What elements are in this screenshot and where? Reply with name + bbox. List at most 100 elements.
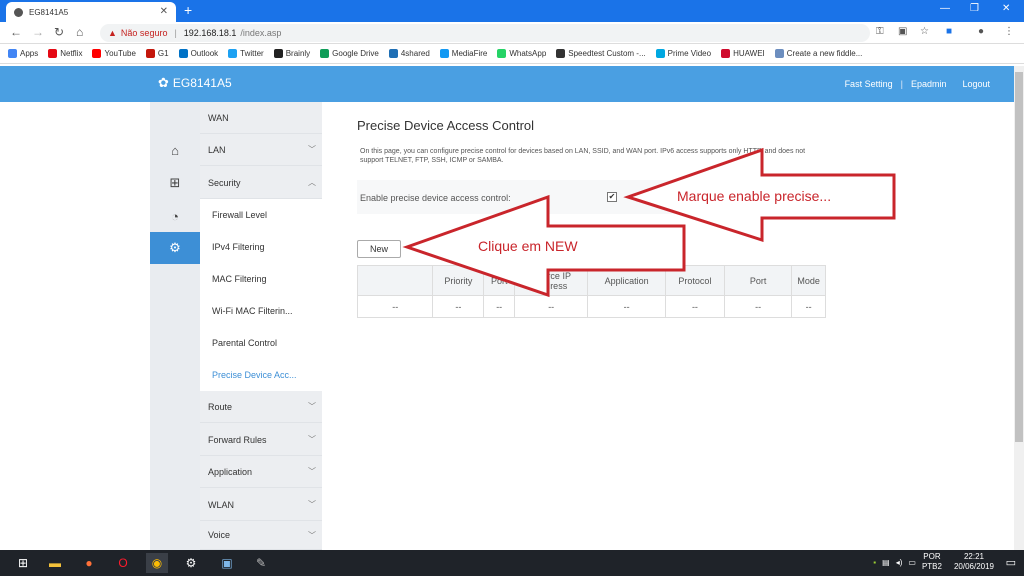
router-model: EG8141A5 xyxy=(172,76,232,90)
reload-icon[interactable]: ↻ xyxy=(54,25,64,39)
menu-item-wan[interactable]: WAN xyxy=(200,102,322,134)
submenu-firewall-level[interactable]: Firewall Level xyxy=(200,199,322,231)
gear-icon[interactable]: ⚙ xyxy=(150,232,200,264)
bookmark-item[interactable]: Create a new fiddle... xyxy=(774,49,862,58)
menu-item-wlan[interactable]: WLAN ﹀ xyxy=(200,489,322,521)
bookmark-item[interactable]: WhatsApp xyxy=(497,49,546,58)
submenu-mac-filtering[interactable]: MAC Filtering xyxy=(200,263,322,295)
battery-icon[interactable]: ▭ xyxy=(908,558,916,567)
enable-checkbox[interactable]: ✔ xyxy=(607,192,617,202)
submenu-wifi-mac-filtering[interactable]: Wi-Fi MAC Filterin... xyxy=(200,295,322,327)
submenu-precise-device-access[interactable]: Precise Device Acc... xyxy=(200,359,322,391)
app-window-icon[interactable]: ▣ xyxy=(216,553,238,573)
table-cell: -- xyxy=(483,295,515,318)
menu-item-voice[interactable]: Voice ﹀ xyxy=(200,521,322,550)
bookmark-item[interactable]: YouTube xyxy=(92,49,136,58)
table-header-cell: Port xyxy=(723,265,793,296)
bookmark-item[interactable]: Outlook xyxy=(178,49,218,58)
bookmark-item[interactable]: Netflix xyxy=(48,49,82,58)
header-divider: | xyxy=(900,79,903,89)
home-icon[interactable]: ⌂ xyxy=(150,134,200,166)
browser-tab[interactable]: EG8141A5 ✕ xyxy=(6,2,176,22)
bookmark-item[interactable]: HUAWEI xyxy=(721,49,765,58)
menu-item-forward-rules[interactable]: Forward Rules ﹀ xyxy=(200,424,322,456)
plus-box-icon[interactable]: ⊞ xyxy=(150,167,200,199)
bookmarks-bar: Apps Netflix YouTube G1 Outlook Twitter Brainl… xyxy=(0,44,1024,64)
profile-avatar-icon[interactable]: ● xyxy=(978,26,984,37)
close-tab-icon[interactable]: ✕ xyxy=(160,6,168,17)
network-icon[interactable]: ▤ xyxy=(882,558,890,567)
bookmark-item[interactable]: Google Drive xyxy=(320,49,379,58)
opera-icon[interactable]: O xyxy=(112,553,134,573)
table-cell: -- xyxy=(791,295,826,318)
translate-icon[interactable]: ▣ xyxy=(898,26,907,37)
home-browser-icon[interactable]: ⌂ xyxy=(76,25,83,39)
huawei-flower-icon: ✿ xyxy=(158,75,169,90)
table-header-cell: Source IP address xyxy=(513,265,589,296)
chrome-icon[interactable]: ◉ xyxy=(146,553,168,573)
notification-icon[interactable]: ▭ xyxy=(1006,556,1016,569)
bookmark-label: Netflix xyxy=(60,49,83,58)
back-arrow-icon[interactable]: ← xyxy=(10,25,22,39)
extension-icon[interactable]: ■ xyxy=(946,26,952,37)
file-explorer-icon[interactable]: ▬ xyxy=(44,553,66,573)
bookmark-favicon-icon xyxy=(48,49,58,58)
logout-link[interactable]: Logout xyxy=(962,79,990,89)
menu-item-route[interactable]: Route ﹀ xyxy=(200,391,322,423)
clock[interactable]: 22:21 20/06/2019 xyxy=(954,552,994,572)
chevron-down-icon: ﹀ xyxy=(308,530,316,540)
bookmark-item[interactable]: MediaFire xyxy=(439,49,487,58)
menu-item-application[interactable]: Application ﹀ xyxy=(200,456,322,488)
bookmark-item[interactable]: G1 xyxy=(145,49,169,58)
menu-item-security[interactable]: Security ︿ xyxy=(200,167,322,199)
bookmark-item[interactable]: Prime Video xyxy=(655,49,711,58)
user-link[interactable]: Epadmin xyxy=(911,79,947,89)
tray-app-icon[interactable]: ▪ xyxy=(873,558,876,567)
minimize-window-button[interactable]: — xyxy=(940,3,950,14)
forward-arrow-icon[interactable]: → xyxy=(32,25,44,39)
bookmark-item[interactable]: Apps xyxy=(8,49,38,58)
bookmark-item[interactable]: Twitter xyxy=(228,49,264,58)
windows-start-icon[interactable]: ⊞ xyxy=(12,553,34,573)
submenu-parental-control[interactable]: Parental Control xyxy=(200,327,322,359)
page-description: On this page, you can configure precise … xyxy=(360,148,806,164)
key-icon[interactable]: ⚿ xyxy=(876,26,884,37)
fast-setting-link[interactable]: Fast Setting xyxy=(845,79,893,89)
chevron-down-icon: ﹀ xyxy=(308,435,316,444)
chevron-down-icon: ﹀ xyxy=(308,500,316,509)
bookmark-item[interactable]: Speedtest Custom -... xyxy=(556,49,646,58)
volume-icon[interactable]: ◂) xyxy=(896,558,903,567)
table-header-row: Priority Port Source IP address Application… xyxy=(356,265,826,296)
bookmark-item[interactable]: 4shared xyxy=(388,49,430,58)
star-icon[interactable]: ☆ xyxy=(920,26,929,37)
keyboard-layout: PTB2 xyxy=(921,562,942,571)
maximize-window-button[interactable]: ❐ xyxy=(970,3,979,14)
table-row: -- -- -- -- -- -- -- -- xyxy=(356,295,826,318)
menu-item-lan[interactable]: LAN ﹀ xyxy=(200,134,322,166)
bookmark-favicon-icon xyxy=(439,49,449,58)
firefox-icon[interactable]: ● xyxy=(78,553,100,573)
new-button[interactable]: New xyxy=(357,240,401,258)
table-header-cell: Protocol xyxy=(664,265,726,296)
menu-label: Security xyxy=(208,177,241,188)
bookmark-item[interactable]: Brainly xyxy=(273,49,310,58)
settings-gear-icon[interactable]: ⚙ xyxy=(180,553,202,573)
url-input[interactable]: ▲ Não seguro | 192.168.18.1/index.asp xyxy=(100,24,870,42)
table-cell: -- xyxy=(723,295,793,318)
new-tab-button[interactable]: + xyxy=(184,2,192,18)
arrow-new-text: Clique em NEW xyxy=(478,238,578,254)
bookmark-favicon-icon xyxy=(556,49,566,58)
language-indicator[interactable]: POR PTB2 xyxy=(922,552,942,572)
chevron-up-icon: ︿ xyxy=(308,178,316,187)
app-tool-icon[interactable]: ✎ xyxy=(250,553,272,573)
table-cell: -- xyxy=(664,295,726,318)
bookmark-label: YouTube xyxy=(104,49,136,58)
pulse-icon[interactable]: ◔ xyxy=(150,200,200,232)
bookmark-label: WhatsApp xyxy=(509,49,547,58)
menu-kebab-icon[interactable]: ⋮ xyxy=(1004,26,1014,37)
scrollbar-thumb[interactable] xyxy=(1015,72,1023,442)
submenu-ipv4-filtering[interactable]: IPv4 Filtering xyxy=(200,231,322,263)
huawei-logo: ✿ EG8141A5 xyxy=(158,75,232,91)
close-window-button[interactable]: ✕ xyxy=(1002,3,1010,14)
menu-label: Forward Rules xyxy=(208,434,267,445)
